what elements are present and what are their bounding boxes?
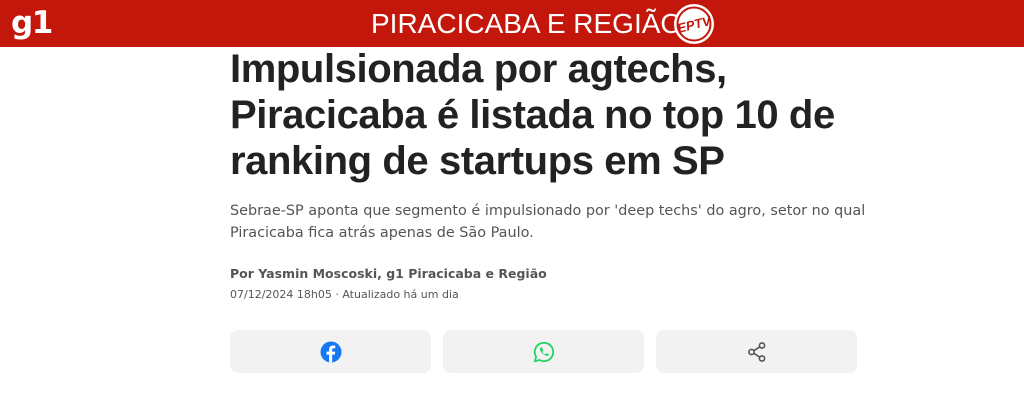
share-icon	[747, 341, 765, 362]
share-button[interactable]	[656, 330, 857, 373]
article-byline: Por Yasmin Moscoski, g1 Piracicaba e Reg…	[230, 266, 547, 281]
headline-line: Piracicaba é listada no top 10 de	[230, 93, 835, 137]
headline-line: Impulsionada por agtechs,	[230, 47, 727, 91]
whatsapp-share-button[interactable]	[443, 330, 644, 373]
site-header: g1 PIRACICABA E REGIÃO EPTV	[0, 0, 1024, 47]
facebook-share-button[interactable]	[230, 330, 431, 373]
subtitle-line: Sebrae-SP aponta que segmento é impulsio…	[230, 203, 866, 219]
article-dateline: 07/12/2024 18h05 · Atualizado há um dia	[230, 288, 459, 301]
section-title[interactable]: PIRACICABA E REGIÃO	[371, 7, 682, 41]
article-headline: Impulsionada por agtechs, Piracicaba é l…	[230, 46, 950, 184]
g1-logo[interactable]: g1	[11, 3, 53, 43]
whatsapp-icon	[533, 341, 554, 362]
eptv-logo[interactable]: EPTV	[672, 2, 716, 46]
subtitle-line: Piracicaba fica atrás apenas de São Paul…	[230, 225, 534, 241]
article-subtitle: Sebrae-SP aponta que segmento é impulsio…	[230, 200, 870, 244]
facebook-icon	[320, 341, 341, 362]
headline-line: ranking de startups em SP	[230, 139, 725, 183]
